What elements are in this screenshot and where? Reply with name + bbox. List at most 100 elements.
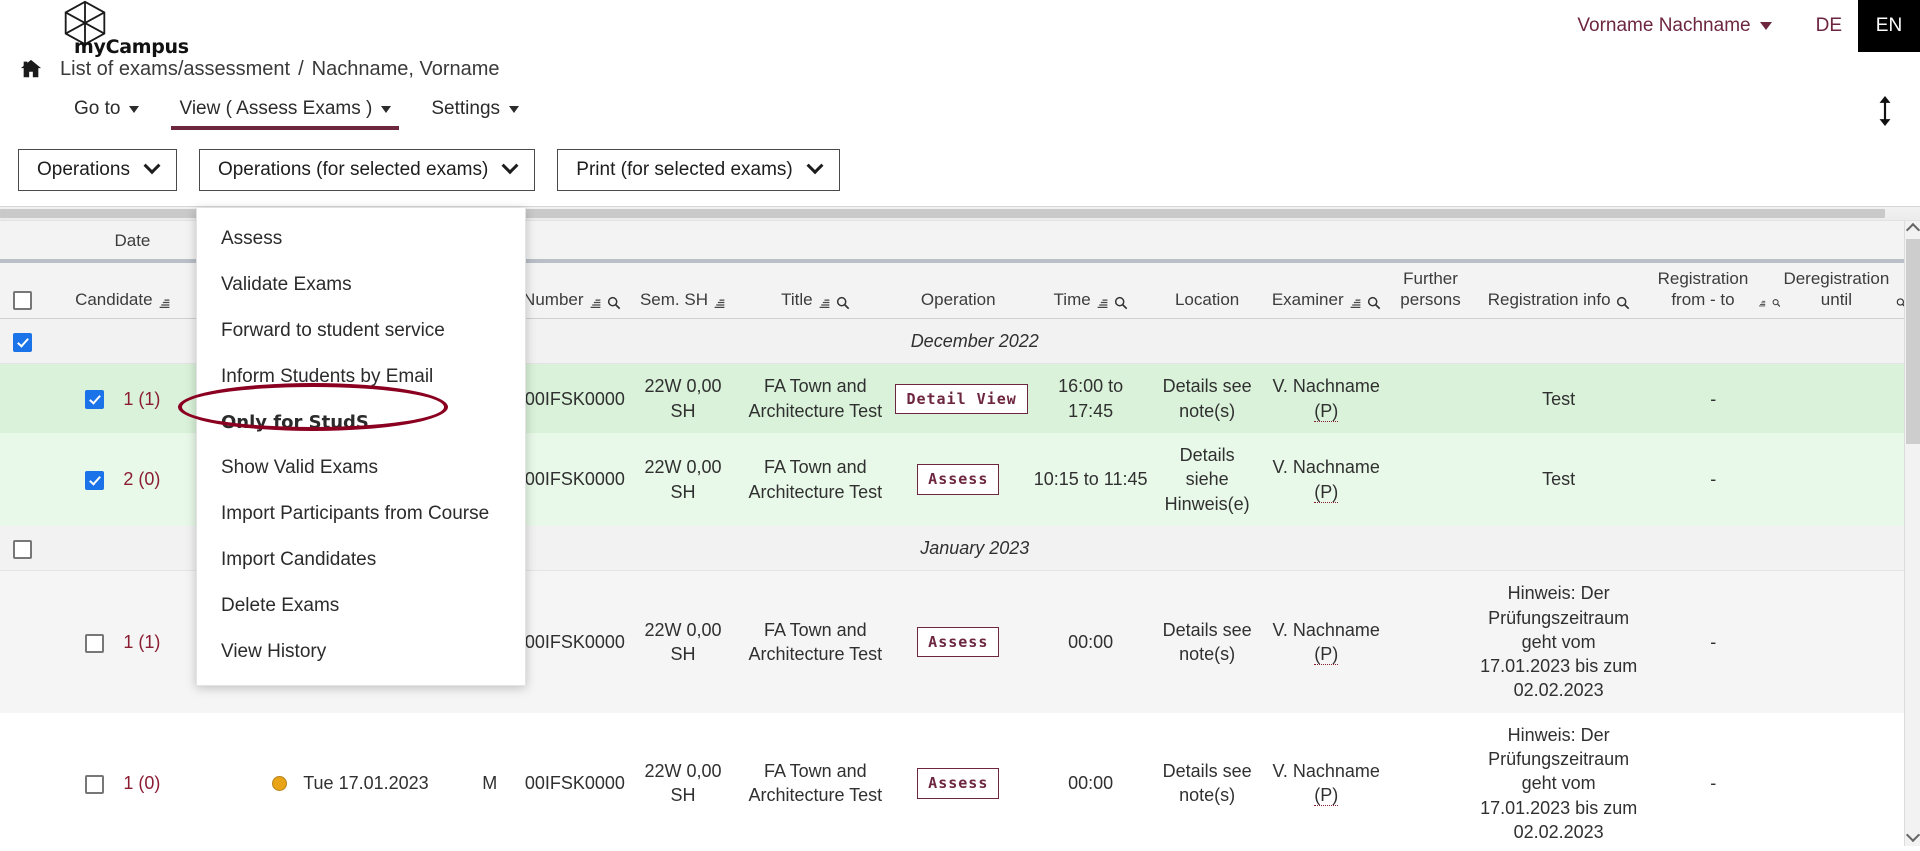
search-icon[interactable] (1114, 296, 1128, 310)
dropdown-item-view-history[interactable]: View History (197, 629, 525, 675)
col-header-deregistration-until[interactable]: Deregistration until (1777, 261, 1907, 320)
col-header-time[interactable]: Time (1027, 261, 1155, 320)
toolbar: Operations Operations (for selected exam… (0, 146, 1920, 194)
sort-icon[interactable] (713, 297, 726, 310)
operations-button[interactable]: Operations (18, 149, 177, 191)
row-select-checkbox[interactable] (85, 471, 105, 491)
vertical-scrollbar[interactable] (1904, 221, 1920, 846)
search-icon[interactable] (1772, 296, 1781, 310)
menu-item-go-to[interactable]: Go to (54, 96, 159, 130)
col-header-registration-from-to[interactable]: Registration from - to (1648, 261, 1781, 320)
row-candidate-cell: 1 (0) (44, 712, 202, 846)
col-header-title[interactable]: Title (741, 261, 890, 320)
menu-item-settings[interactable]: Settings (411, 96, 539, 130)
select-all-checkbox[interactable] (12, 290, 32, 310)
dropdown-item-only-for-studs[interactable]: Only for StudS (197, 400, 525, 445)
candidate-value[interactable]: 2 (0) (123, 469, 160, 489)
examiner-name: V. Nachname (1272, 376, 1380, 397)
operations-button-label: Operations (37, 159, 130, 180)
sort-icon[interactable] (1349, 297, 1362, 310)
assess-button[interactable]: Assess (917, 768, 1000, 799)
row-registration-from-to-cell: - (1648, 570, 1778, 713)
dropdown-item-import-participants-from-course[interactable]: Import Participants from Course (197, 491, 525, 537)
home-icon[interactable] (20, 58, 42, 80)
dropdown-item-show-valid-exams[interactable]: Show Valid Exams (197, 445, 525, 491)
col-header-examiner[interactable]: Examiner (1260, 261, 1393, 320)
dropdown-item-forward-to-student-service[interactable]: Forward to student service (197, 308, 525, 354)
row-sem-cell: 22W 0,00 SH (624, 712, 742, 846)
col-header-sem-sh[interactable]: Sem. SH (624, 261, 742, 320)
row-examiner-cell[interactable]: V. Nachname (P) (1260, 570, 1393, 713)
col-header-number[interactable]: Number (518, 261, 625, 320)
row-further-persons-cell (1392, 570, 1469, 713)
row-select-checkbox[interactable] (85, 633, 105, 653)
group-select-checkbox[interactable] (12, 332, 32, 352)
row-title-cell[interactable]: FA Town and Architecture Test (741, 570, 890, 713)
search-icon[interactable] (1616, 296, 1630, 310)
operations-for-selected-exams-dropdown[interactable]: Assess Validate Exams Forward to student… (196, 208, 526, 686)
row-registration-info-cell: Test (1468, 433, 1649, 526)
search-icon[interactable] (1367, 296, 1381, 310)
examiner-name: V. Nachname (1272, 761, 1380, 782)
breadcrumb: List of exams/assessment / Nachname, Vor… (0, 52, 1920, 86)
examiner-name: V. Nachname (1272, 457, 1380, 478)
row-title-cell[interactable]: FA Town and Architecture Test (741, 363, 890, 434)
breadcrumb-page[interactable]: List of exams/assessment (60, 58, 290, 81)
app-logo[interactable]: myCampus (56, 0, 189, 58)
menu-item-view-assess-exams[interactable]: View ( Assess Exams ) (159, 96, 411, 130)
row-examiner-cell[interactable]: V. Nachname (P) (1260, 363, 1393, 434)
menu-item-label: Go to (74, 98, 121, 119)
chevron-down-icon (1759, 22, 1772, 30)
dropdown-item-delete-exams[interactable]: Delete Exams (197, 583, 525, 629)
row-title-cell[interactable]: FA Town and Architecture Test (741, 712, 890, 846)
assess-button[interactable]: Assess (917, 464, 1000, 495)
row-examiner-cell[interactable]: V. Nachname (P) (1260, 433, 1393, 526)
lang-en-button[interactable]: EN (1858, 0, 1920, 52)
row-registration-info-cell: Test (1468, 363, 1649, 434)
examiner-role: (P) (1314, 785, 1339, 807)
candidate-value[interactable]: 1 (1) (123, 389, 160, 409)
sort-icon[interactable] (589, 297, 602, 310)
row-examiner-cell[interactable]: V. Nachname (P) (1260, 712, 1393, 846)
dropdown-item-import-candidates[interactable]: Import Candidates (197, 537, 525, 583)
row-select-checkbox[interactable] (85, 390, 105, 410)
dropdown-item-validate-exams[interactable]: Validate Exams (197, 262, 525, 308)
search-icon[interactable] (607, 296, 621, 310)
detail-view-button[interactable]: Detail View (895, 383, 1028, 414)
breadcrumb-person: Nachname, Vorname (311, 57, 500, 80)
user-menu[interactable]: Vorname Nachname (1577, 15, 1799, 37)
group-select-checkbox[interactable] (12, 539, 32, 559)
vertical-scrollbar-thumb[interactable] (1906, 239, 1920, 444)
col-header-sem-sh-label: Sem. SH (639, 289, 708, 309)
row-title-cell[interactable]: FA Town and Architecture Test (741, 433, 890, 526)
lang-de-button[interactable]: DE (1800, 0, 1858, 52)
row-checkbox-cell (0, 363, 45, 434)
row-further-persons-cell (1392, 363, 1469, 434)
scroll-up-arrow-icon[interactable] (1905, 222, 1920, 238)
candidate-value[interactable]: 1 (0) (123, 773, 160, 793)
top-bar-right: Vorname Nachname DE EN (1577, 0, 1920, 52)
row-operation-cell: Detail View (889, 363, 1028, 434)
search-icon[interactable] (836, 296, 850, 310)
row-number-cell: 00IFSK0000 (518, 570, 625, 713)
sort-icon[interactable] (818, 297, 831, 310)
col-header-candidate[interactable]: Candidate (44, 261, 202, 320)
table-row[interactable]: 1 (0) Tue 17.01.2023 M 00IFSK0000 22W 0,… (0, 712, 1905, 846)
candidate-value[interactable]: 1 (1) (123, 632, 160, 652)
row-operation-cell: Assess (889, 433, 1028, 526)
sort-icon[interactable] (1758, 297, 1766, 310)
row-registration-from-to-cell: - (1648, 712, 1778, 846)
menu-item-label: Settings (431, 98, 501, 119)
operations-for-selected-exams-button[interactable]: Operations (for selected exams) (198, 149, 536, 191)
sort-icon[interactable] (158, 297, 171, 310)
row-operation-cell: Assess (889, 570, 1028, 713)
expand-collapse-icon[interactable] (1876, 96, 1894, 126)
dropdown-item-inform-students-by-email[interactable]: Inform Students by Email (197, 354, 525, 400)
assess-button[interactable]: Assess (917, 626, 1000, 658)
sort-icon[interactable] (1096, 297, 1109, 310)
col-header-registration-info[interactable]: Registration info (1468, 261, 1649, 320)
print-for-selected-exams-button[interactable]: Print (for selected exams) (557, 149, 840, 191)
scroll-down-arrow-icon[interactable] (1905, 827, 1920, 843)
dropdown-item-assess[interactable]: Assess (197, 216, 525, 262)
row-select-checkbox[interactable] (85, 775, 105, 795)
